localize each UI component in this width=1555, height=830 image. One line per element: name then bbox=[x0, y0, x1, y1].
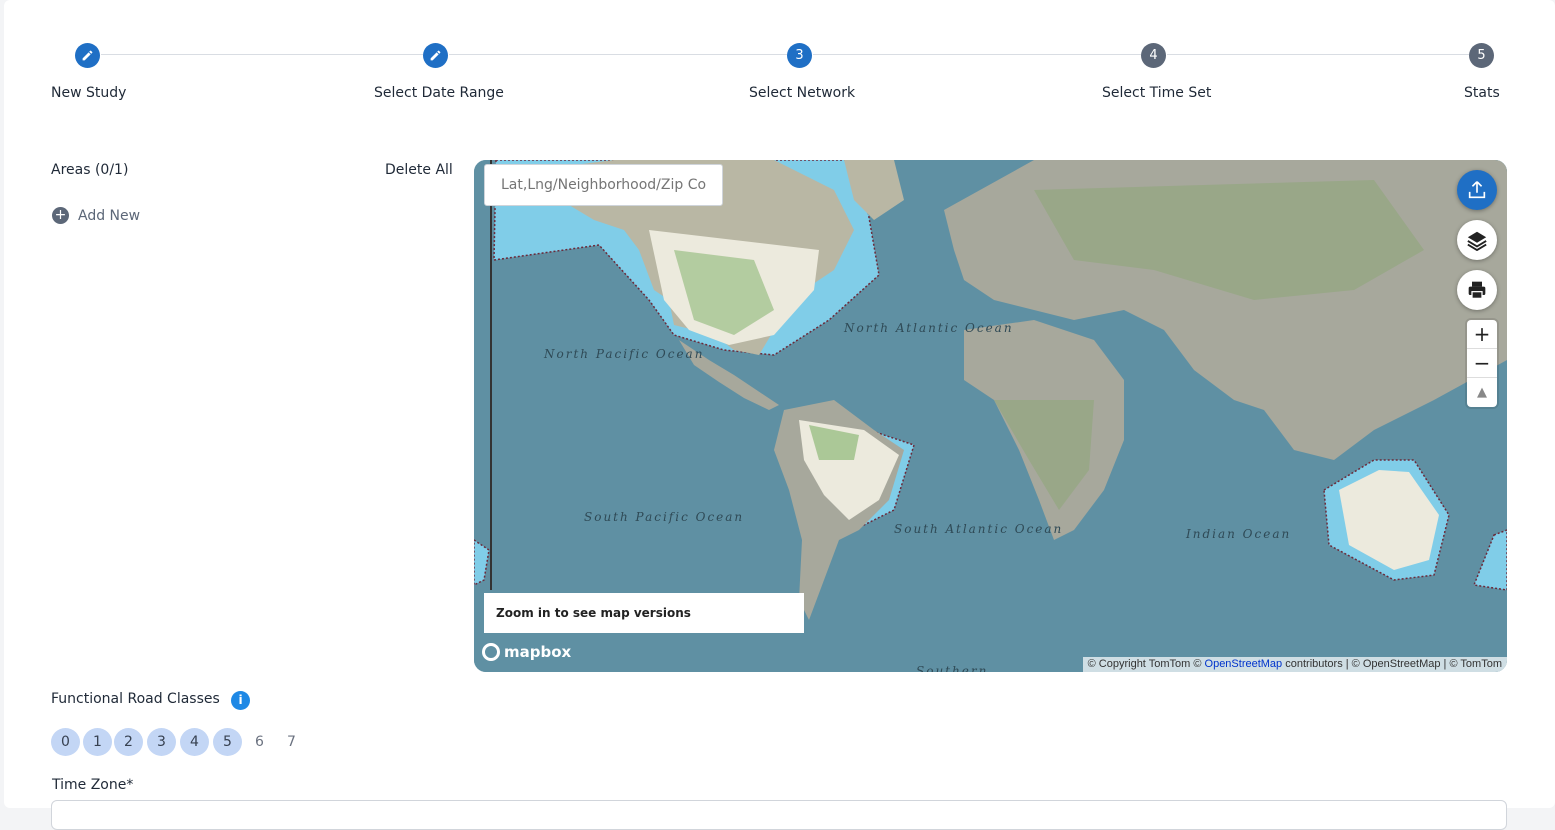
map-attribution: © Copyright TomTom © OpenStreetMap contr… bbox=[1082, 657, 1507, 672]
step-1-label[interactable]: New Study bbox=[51, 85, 126, 101]
attribution-suffix: contributors | © OpenStreetMap | © TomTo… bbox=[1285, 658, 1502, 670]
road-class-chip-1[interactable]: 1 bbox=[83, 728, 112, 756]
zoom-in-button[interactable]: + bbox=[1467, 320, 1497, 349]
road-class-chip-4[interactable]: 4 bbox=[180, 728, 209, 756]
road-classes-title: Functional Road Classes bbox=[51, 691, 220, 707]
ocean-label-north-pacific: North Pacific Ocean bbox=[544, 347, 705, 361]
mapbox-logo-icon bbox=[482, 643, 500, 661]
ocean-label-south-pacific: South Pacific Ocean bbox=[584, 510, 745, 524]
road-class-chip-0[interactable]: 0 bbox=[51, 728, 80, 756]
step-connector bbox=[449, 54, 787, 55]
add-new-label: Add New bbox=[78, 207, 141, 224]
road-class-chip-5[interactable]: 5 bbox=[213, 728, 242, 756]
road-class-chip-6[interactable]: 6 bbox=[245, 728, 274, 756]
upload-button[interactable] bbox=[1457, 170, 1497, 210]
upload-icon bbox=[1468, 181, 1486, 199]
zoom-controls: + − ▲ bbox=[1467, 320, 1497, 407]
step-4-marker: 4 bbox=[1141, 43, 1166, 68]
zoom-out-button[interactable]: − bbox=[1467, 349, 1497, 378]
step-2-label[interactable]: Select Date Range bbox=[374, 85, 504, 101]
plus-circle-icon: + bbox=[52, 207, 69, 224]
ocean-label-southern: Southern bbox=[916, 664, 989, 672]
mapbox-logo[interactable]: mapbox bbox=[482, 643, 571, 661]
print-button[interactable] bbox=[1457, 270, 1497, 310]
openstreetmap-link[interactable]: OpenStreetMap bbox=[1205, 658, 1283, 670]
wizard-stepper: New Study Select Date Range 3 Select Net… bbox=[0, 0, 1555, 120]
step-5-marker: 5 bbox=[1469, 43, 1494, 68]
location-search-input[interactable] bbox=[484, 164, 723, 206]
time-zone-select[interactable] bbox=[51, 800, 1507, 830]
ocean-label-north-atlantic: North Atlantic Ocean bbox=[844, 321, 1014, 335]
road-class-chip-7[interactable]: 7 bbox=[277, 728, 306, 756]
step-3-label: Select Network bbox=[749, 85, 856, 101]
ocean-label-indian: Indian Ocean bbox=[1186, 527, 1292, 541]
printer-icon bbox=[1468, 281, 1486, 299]
road-class-chip-2[interactable]: 2 bbox=[114, 728, 143, 756]
road-class-chip-3[interactable]: 3 bbox=[147, 728, 176, 756]
info-icon[interactable]: i bbox=[231, 691, 250, 710]
step-connector bbox=[1167, 54, 1469, 55]
layers-icon bbox=[1467, 231, 1487, 251]
delete-all-button[interactable]: Delete All bbox=[385, 162, 453, 178]
step-4-label: Select Time Set bbox=[1102, 85, 1212, 101]
step-1-edit-icon[interactable] bbox=[75, 43, 100, 68]
compass-icon[interactable]: ▲ bbox=[1467, 378, 1497, 407]
step-2-edit-icon[interactable] bbox=[423, 43, 448, 68]
ocean-label-south-atlantic: South Atlantic Ocean bbox=[894, 522, 1064, 536]
step-5-label: Stats bbox=[1464, 85, 1500, 101]
add-new-area-button[interactable]: + Add New bbox=[52, 207, 140, 224]
time-zone-label: Time Zone* bbox=[52, 777, 134, 793]
step-connector bbox=[813, 54, 1141, 55]
attribution-prefix: © Copyright TomTom © bbox=[1087, 658, 1202, 670]
step-connector bbox=[101, 54, 423, 55]
mapbox-logo-text: mapbox bbox=[504, 643, 572, 661]
layers-button[interactable] bbox=[1457, 220, 1497, 260]
step-3-marker: 3 bbox=[787, 43, 812, 68]
map-canvas[interactable]: North Pacific Ocean North Atlantic Ocean… bbox=[474, 160, 1507, 672]
map-versions-notice: Zoom in to see map versions bbox=[484, 593, 804, 633]
areas-title: Areas (0/1) bbox=[51, 162, 129, 178]
